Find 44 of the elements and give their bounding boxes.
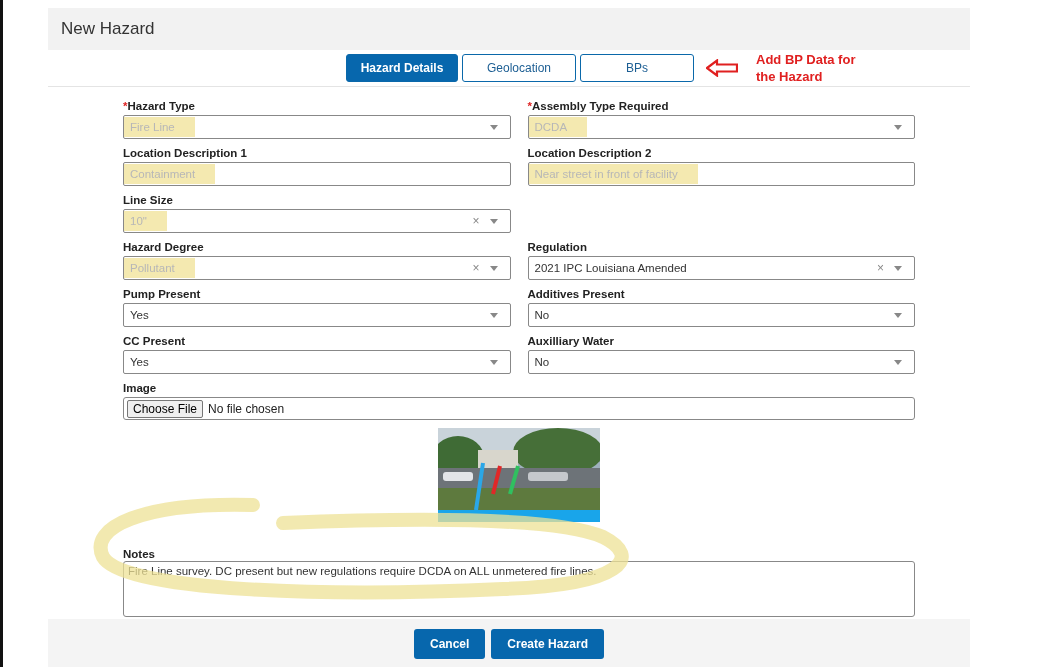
choose-file-button[interactable]: Choose File	[127, 399, 204, 418]
arrow-icon	[706, 59, 738, 77]
file-status: No file chosen	[208, 401, 285, 416]
caret-icon	[489, 265, 498, 271]
field-label: *Hazard Type	[123, 99, 196, 113]
field-label: Regulation	[527, 240, 588, 254]
select-field[interactable]: 2021 IPC Louisiana Amended ×	[527, 256, 915, 280]
field-label: CC Present	[123, 334, 186, 348]
file-input[interactable]: Choose File No file chosen	[123, 397, 915, 420]
cancel-button[interactable]: Cancel	[413, 629, 486, 659]
caret-icon	[894, 359, 902, 365]
select-field[interactable]: Yes	[123, 303, 511, 327]
field-label: Location Description 2	[527, 146, 653, 160]
caret-icon	[489, 218, 498, 224]
clear-icon[interactable]: ×	[877, 261, 884, 275]
caret-icon	[489, 312, 498, 318]
select-field[interactable]: 10" ×	[123, 209, 511, 233]
field-label: Pump Present	[123, 287, 202, 301]
clear-icon[interactable]: ×	[472, 214, 480, 228]
tab[interactable]: BPs	[580, 54, 694, 82]
create-button[interactable]: Create Hazard	[491, 629, 605, 659]
caret-icon	[489, 124, 498, 130]
caret-icon	[894, 265, 902, 271]
select-field[interactable]: No	[527, 350, 915, 374]
tab[interactable]: Hazard Details	[346, 54, 458, 82]
caret-icon	[894, 124, 902, 130]
caret-icon	[489, 359, 498, 365]
notes-field[interactable]: Fire Line survey. DC present but new regulations require DCDA on ALL unmetered fire lines.	[123, 561, 915, 617]
dialog-title: New Hazard	[48, 8, 970, 50]
field-label: Additives Present	[527, 287, 626, 301]
field-label: Image	[123, 381, 158, 395]
field-label: Notes	[123, 547, 156, 561]
select-field[interactable]: Yes	[123, 350, 511, 374]
field-label: Auxilliary Water	[527, 334, 615, 348]
annotation-text: Add BP Data for the Hazard	[756, 51, 857, 85]
field-label: Hazard Degree	[123, 240, 205, 254]
select-field[interactable]: Pollutant ×	[123, 256, 511, 280]
clear-icon[interactable]: ×	[472, 261, 480, 275]
field-label: Line Size	[123, 193, 174, 207]
caret-icon	[894, 312, 902, 318]
select-field[interactable]: No	[527, 303, 915, 327]
field-label: *Assembly Type Required	[527, 99, 670, 113]
field-label: Location Description 1	[123, 146, 248, 160]
tab[interactable]: Geolocation	[462, 54, 576, 82]
